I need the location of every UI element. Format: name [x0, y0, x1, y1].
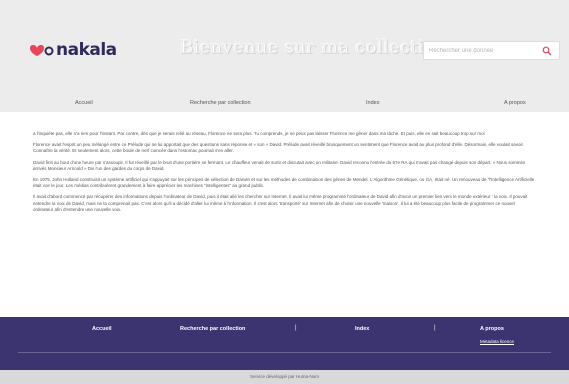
footer-separator: |: [434, 325, 436, 331]
content-paragraph: Florence avait l'esprit un peu mélangé e…: [33, 142, 525, 154]
copyright-bar: Service développé par Huma-Num: [0, 370, 569, 384]
site-header: nakala Bienvenue sur ma collection Accue…: [0, 0, 569, 112]
logo-wordmark: nakala: [56, 40, 117, 60]
metadata-licence-link[interactable]: Metadata licence: [480, 339, 515, 345]
main-content: a l'inquiète pas, elle n'a rien pour l'i…: [33, 131, 536, 218]
search-input[interactable]: [429, 44, 539, 58]
nav-item-collection-search[interactable]: Recherche par collection: [190, 100, 251, 106]
footer-link-accueil[interactable]: Accueil: [92, 326, 112, 332]
footer-link-about[interactable]: A propos: [480, 326, 504, 332]
page-title: Bienvenue sur ma collection: [180, 37, 447, 59]
nav-item-accueil[interactable]: Accueil: [75, 100, 93, 106]
search-box[interactable]: [423, 41, 560, 60]
copyright-text: Service développé par Huma-Num: [249, 374, 320, 379]
content-paragraph: David finit au bout d'une heure par s'as…: [33, 159, 526, 171]
content-paragraph: Il avait d'abord commencé par récupérer …: [33, 194, 528, 212]
search-icon[interactable]: [542, 46, 552, 56]
footer-divider: [18, 352, 551, 353]
footer-link-index[interactable]: Index: [355, 326, 369, 332]
site-logo[interactable]: nakala: [28, 40, 117, 60]
footer-separator: |: [295, 325, 297, 331]
content-paragraph: En 1975, John Holland construisit un sys…: [33, 177, 535, 189]
nav-item-about[interactable]: A propos: [504, 100, 526, 106]
site-footer: Accueil Recherche par collection | Index…: [0, 317, 569, 370]
main-nav: Accueil Recherche par collection Index A…: [0, 96, 569, 112]
footer-link-collection-search[interactable]: Recherche par collection: [180, 326, 245, 332]
nav-item-index[interactable]: Index: [366, 100, 379, 106]
content-paragraph: a l'inquiète pas, elle n'a rien pour l'i…: [33, 131, 485, 136]
nakala-logo-icon: [28, 42, 54, 58]
